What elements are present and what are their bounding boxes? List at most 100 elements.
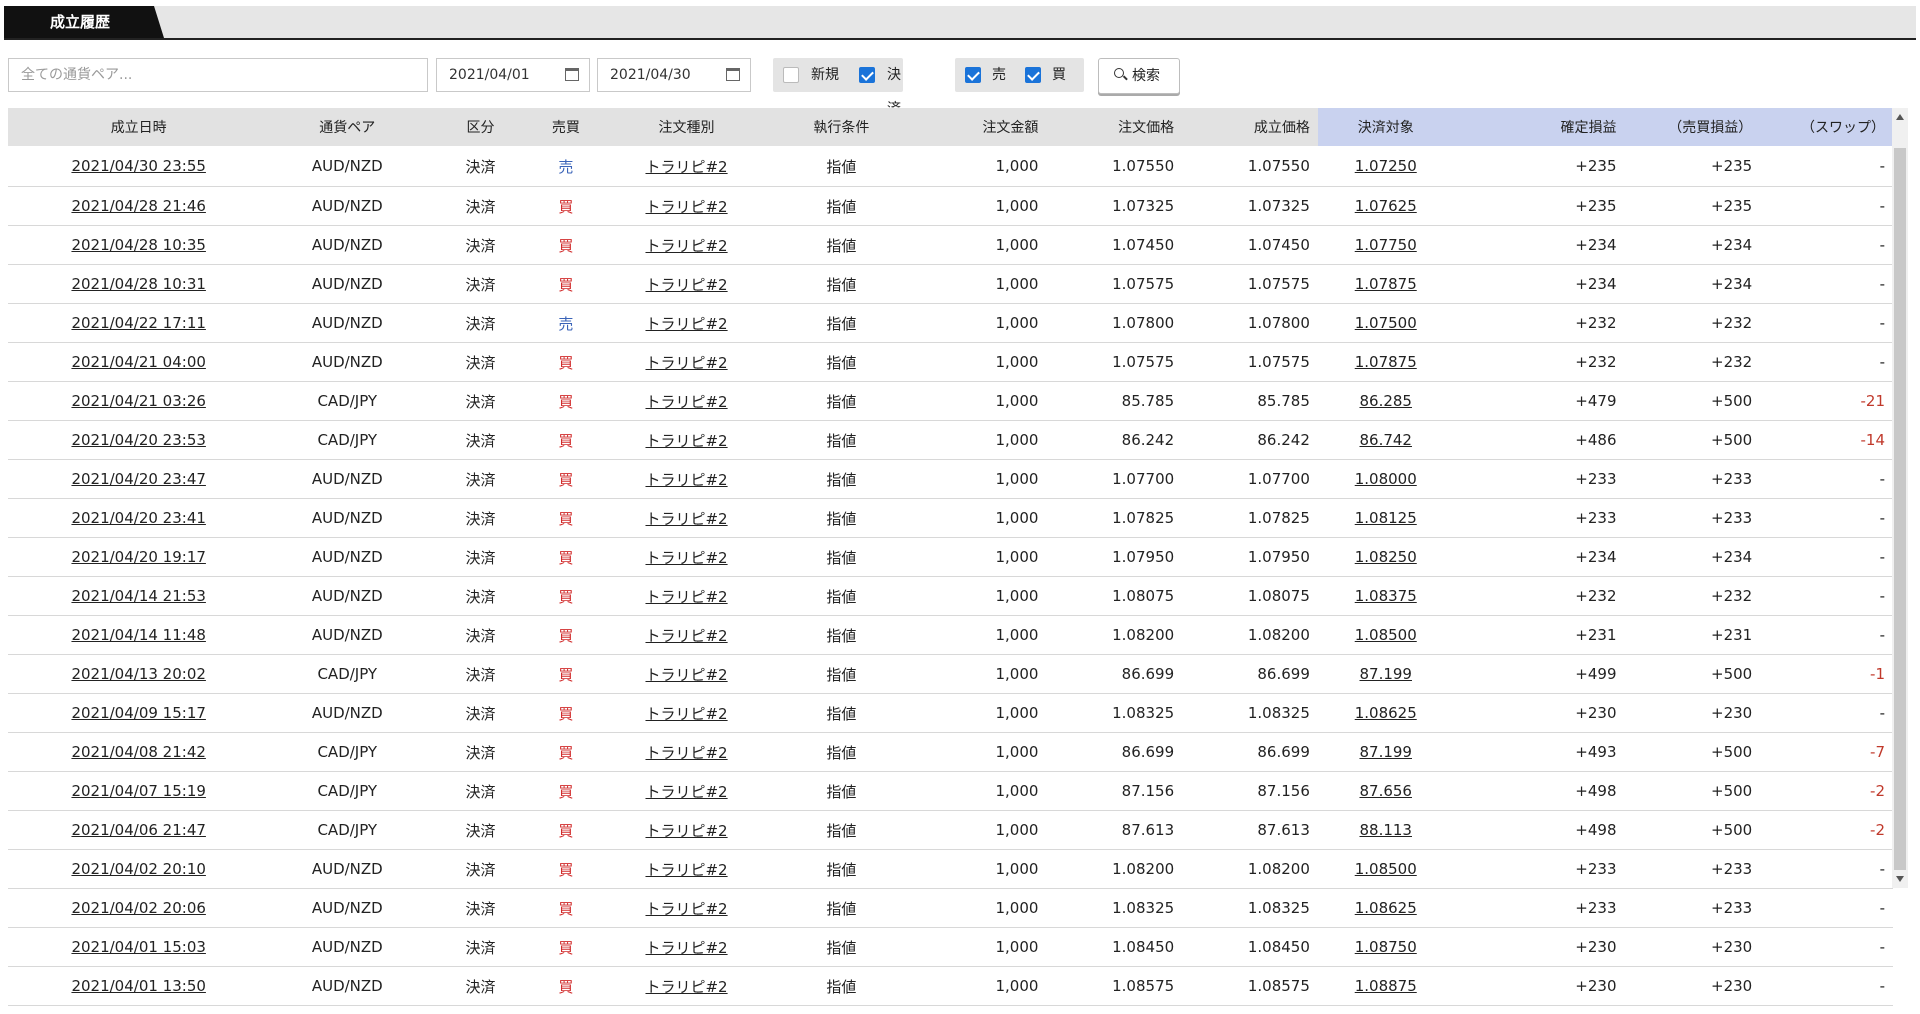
- cell-order-type-value[interactable]: トラリピ#2: [645, 549, 727, 567]
- cell-order-type-value[interactable]: トラリピ#2: [645, 900, 727, 918]
- header-trade-pl[interactable]: （売買損益）: [1624, 108, 1761, 146]
- cell-date-value[interactable]: 2021/04/14 11:48: [71, 626, 205, 644]
- cell-order-type-value[interactable]: トラリピ#2: [645, 783, 727, 801]
- scrollbar-thumb[interactable]: [1894, 148, 1906, 870]
- cell-date-value[interactable]: 2021/04/20 19:17: [71, 548, 205, 566]
- cell-settle-target-value[interactable]: 87.656: [1359, 782, 1412, 800]
- cell-settle-target-value[interactable]: 1.07250: [1355, 157, 1417, 175]
- cell-order-type-value[interactable]: トラリピ#2: [645, 744, 727, 762]
- cell-order-type-value[interactable]: トラリピ#2: [645, 276, 727, 294]
- cell-settle-target-value[interactable]: 86.742: [1359, 431, 1412, 449]
- cell-order-type-value[interactable]: トラリピ#2: [645, 588, 727, 606]
- cell-settle-target-value[interactable]: 1.07625: [1355, 197, 1417, 215]
- cell-settle-target-value[interactable]: 1.08500: [1355, 626, 1417, 644]
- cell-settle-target-value[interactable]: 1.07875: [1355, 275, 1417, 293]
- cell-date-value[interactable]: 2021/04/08 21:42: [71, 743, 205, 761]
- cell-date-value[interactable]: 2021/04/28 21:46: [71, 197, 205, 215]
- cell-date-value[interactable]: 2021/04/14 21:53: [71, 587, 205, 605]
- vertical-scrollbar[interactable]: [1892, 108, 1908, 888]
- cell-date-value[interactable]: 2021/04/21 03:26: [71, 392, 205, 410]
- cell-date-value[interactable]: 2021/04/01 15:03: [71, 938, 205, 956]
- cell-order-type-value[interactable]: トラリピ#2: [645, 432, 727, 450]
- cell-settle-target-value[interactable]: 87.199: [1359, 665, 1412, 683]
- cell-order-type-value[interactable]: トラリピ#2: [645, 471, 727, 489]
- cell-settle-target-value[interactable]: 1.08125: [1355, 509, 1417, 527]
- cell-order-type-value[interactable]: トラリピ#2: [645, 158, 727, 176]
- cell-order-type-value[interactable]: トラリピ#2: [645, 237, 727, 255]
- cell-settle-target-value[interactable]: 88.113: [1359, 821, 1412, 839]
- header-realized-pl[interactable]: 確定損益: [1453, 108, 1625, 146]
- cell-order-type-value[interactable]: トラリピ#2: [645, 198, 727, 216]
- cell-settle-target-value[interactable]: 1.08500: [1355, 860, 1417, 878]
- cell-settle-target-value[interactable]: 1.08625: [1355, 704, 1417, 722]
- cell-date-value[interactable]: 2021/04/06 21:47: [71, 821, 205, 839]
- cell-settle-target-value[interactable]: 1.07500: [1355, 314, 1417, 332]
- cell-trade-pl-value: +232: [1711, 314, 1753, 332]
- cell-order-type-value[interactable]: トラリピ#2: [645, 666, 727, 684]
- new-checkbox[interactable]: [783, 67, 799, 83]
- header-amount[interactable]: 注文金額: [905, 108, 1047, 146]
- cell-order-type-value[interactable]: トラリピ#2: [645, 939, 727, 957]
- cell-order-type-value[interactable]: トラリピ#2: [645, 627, 727, 645]
- cell-settle-target-value[interactable]: 1.07875: [1355, 353, 1417, 371]
- tab-execution-history[interactable]: 成立履歴: [4, 6, 164, 38]
- header-side[interactable]: 売買: [535, 108, 597, 146]
- cell-settle-target-value[interactable]: 1.08375: [1355, 587, 1417, 605]
- header-order-type[interactable]: 注文種別: [596, 108, 778, 146]
- cell-order-type: トラリピ#2: [596, 732, 778, 772]
- cell-settle-target-value[interactable]: 1.08625: [1355, 899, 1417, 917]
- cell-order-type-value[interactable]: トラリピ#2: [645, 393, 727, 411]
- cell-order-type-value[interactable]: トラリピ#2: [645, 315, 727, 333]
- header-order-price[interactable]: 注文価格: [1046, 108, 1183, 146]
- cell-date-value[interactable]: 2021/04/20 23:53: [71, 431, 205, 449]
- header-swap[interactable]: （スワップ）: [1760, 108, 1893, 146]
- table-row: 2021/04/30 23:55 AUD/NZD 決済 売 トラリピ#2 指値 1,000 1…: [8, 146, 1893, 187]
- cell-date-value[interactable]: 2021/04/30 23:55: [71, 157, 205, 175]
- cell-order-type-value[interactable]: トラリピ#2: [645, 510, 727, 528]
- cell-date-value[interactable]: 2021/04/09 15:17: [71, 704, 205, 722]
- search-button[interactable]: 検索: [1098, 58, 1180, 94]
- cell-settle-target-value[interactable]: 1.08250: [1355, 548, 1417, 566]
- scroll-down-icon[interactable]: [1896, 876, 1904, 882]
- cell-date-value[interactable]: 2021/04/20 23:47: [71, 470, 205, 488]
- cell-order-type-value[interactable]: トラリピ#2: [645, 354, 727, 372]
- header-category[interactable]: 区分: [425, 108, 536, 146]
- cell-date-value[interactable]: 2021/04/01 13:50: [71, 977, 205, 995]
- cell-amount: 1,000: [905, 225, 1047, 265]
- cell-date-value[interactable]: 2021/04/20 23:41: [71, 509, 205, 527]
- cell-date-value[interactable]: 2021/04/07 15:19: [71, 782, 205, 800]
- cell-order-type: トラリピ#2: [596, 810, 778, 850]
- cell-order-type-value[interactable]: トラリピ#2: [645, 861, 727, 879]
- buy-checkbox[interactable]: [1025, 67, 1041, 83]
- cell-order-type-value[interactable]: トラリピ#2: [645, 978, 727, 996]
- cell-settle-target-value[interactable]: 1.07750: [1355, 236, 1417, 254]
- cell-date-value[interactable]: 2021/04/02 20:10: [71, 860, 205, 878]
- cell-date-value[interactable]: 2021/04/22 17:11: [71, 314, 205, 332]
- date-to-field[interactable]: 2021/04/30: [597, 58, 751, 92]
- date-from-field[interactable]: 2021/04/01: [436, 58, 590, 92]
- cell-order-type-value[interactable]: トラリピ#2: [645, 705, 727, 723]
- cell-date-value[interactable]: 2021/04/28 10:35: [71, 236, 205, 254]
- cell-order-type-value[interactable]: トラリピ#2: [645, 822, 727, 840]
- settle-checkbox[interactable]: [859, 67, 875, 83]
- sell-checkbox[interactable]: [965, 67, 981, 83]
- cell-settle-target-value[interactable]: 87.199: [1359, 743, 1412, 761]
- header-pair[interactable]: 通貨ペア: [269, 108, 426, 146]
- cell-date-value[interactable]: 2021/04/21 04:00: [71, 353, 205, 371]
- currency-pair-input[interactable]: [8, 58, 428, 92]
- cell-settle-target-value[interactable]: 1.08000: [1355, 470, 1417, 488]
- header-condition[interactable]: 執行条件: [777, 108, 906, 146]
- header-date[interactable]: 成立日時: [8, 108, 270, 146]
- cell-condition: 指値: [777, 186, 906, 226]
- header-fill-price[interactable]: 成立価格: [1182, 108, 1318, 146]
- calendar-icon[interactable]: [565, 68, 579, 81]
- cell-settle-target-value[interactable]: 86.285: [1359, 392, 1412, 410]
- header-settle-target[interactable]: 決済対象: [1317, 108, 1454, 146]
- cell-date-value[interactable]: 2021/04/02 20:06: [71, 899, 205, 917]
- cell-settle-target-value[interactable]: 1.08875: [1355, 977, 1417, 995]
- scroll-up-icon[interactable]: [1896, 114, 1904, 120]
- cell-date-value[interactable]: 2021/04/13 20:02: [71, 665, 205, 683]
- cell-settle-target-value[interactable]: 1.08750: [1355, 938, 1417, 956]
- calendar-icon[interactable]: [726, 68, 740, 81]
- cell-date-value[interactable]: 2021/04/28 10:31: [71, 275, 205, 293]
